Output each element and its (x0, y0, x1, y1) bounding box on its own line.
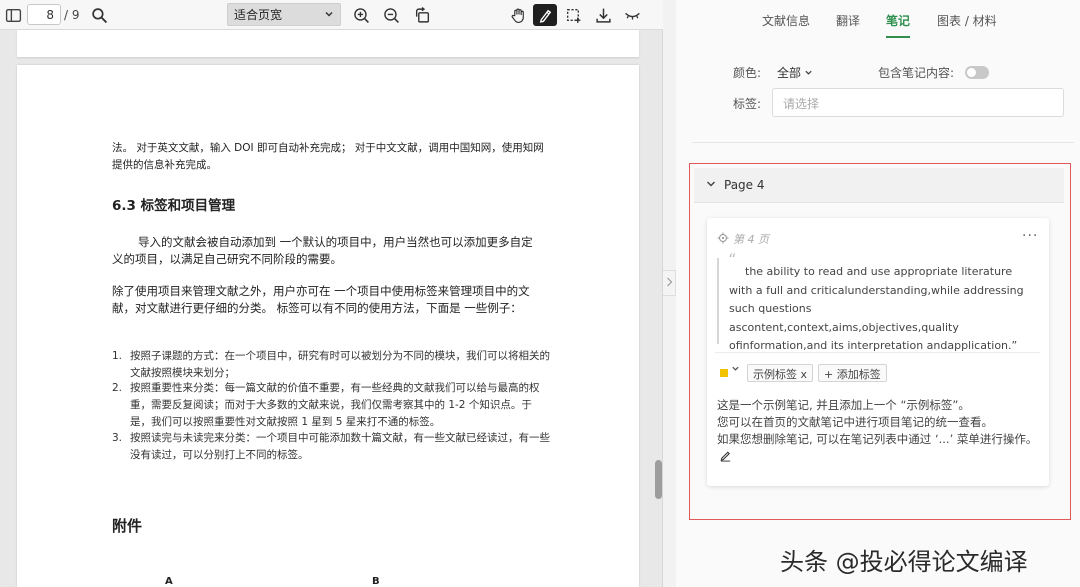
tab-notes[interactable]: 笔记 (886, 12, 910, 29)
edit-pen-icon[interactable] (719, 447, 732, 466)
color-filter-value: 全部 (777, 66, 802, 80)
hand-icon[interactable] (507, 4, 529, 26)
pdf-list-item: 2. 按照重要性来分类：每一篇文献的价值不重要，有一些经典的文献我们可以给与最高… (112, 380, 552, 431)
color-filter-dropdown[interactable]: 全部 (777, 64, 813, 81)
pdf-scrollbar-thumb[interactable] (655, 460, 662, 499)
rotate-icon[interactable] (411, 4, 433, 26)
pdf-figure-label-a: A (165, 576, 173, 587)
note-tag-chip[interactable]: 示例标签 x (747, 364, 814, 382)
pdf-toolbar: 8 / 9 适合页宽 (0, 0, 663, 30)
zoom-select[interactable]: 适合页宽 (227, 3, 341, 26)
notes-group-header[interactable]: Page 4 (694, 168, 1064, 203)
pdf-list-item: 1. 按照子课题的方式：在一个项目中，研究有时可以被划分为不同的模块，我们可以将… (112, 348, 552, 382)
color-filter-label: 颜色: (733, 66, 762, 80)
note-body[interactable]: 这是一个示例笔记, 并且添加上一个 “示例标签”。 您可以在首页的文献笔记中进行… (717, 397, 1047, 448)
list-text: 按照重要性来分类：每一篇文献的价值不重要，有一些经典的文献我们可以给与最高的权重… (130, 382, 540, 428)
tab-translate[interactable]: 翻译 (836, 12, 860, 29)
panel-tabs (676, 0, 1080, 40)
pdf-list-item: 3. 按照读完与未读完来分类：一个项目中可能添加数十篇文献，有一些文献已经读过，… (112, 430, 552, 464)
more-options-icon[interactable]: ··· (1022, 228, 1038, 244)
tag-filter-label: 标签: (733, 97, 762, 111)
zoom-select-value: 适合页宽 (234, 8, 283, 22)
eye-closed-icon[interactable] (621, 4, 643, 26)
zoom-out-icon[interactable] (380, 4, 402, 26)
download-icon[interactable] (592, 4, 614, 26)
quote-bar (717, 258, 719, 344)
tag-filter-select[interactable]: 请选择 (772, 88, 1064, 117)
list-number: 2. (112, 382, 123, 394)
active-tab-indicator (886, 36, 910, 38)
note-page-label: 第 4 页 (733, 233, 769, 246)
pdf-figure-label-b: B (372, 576, 380, 587)
location-icon (717, 232, 729, 247)
add-tag-button[interactable]: + 添加标签 (818, 364, 887, 382)
pdf-section-heading: 6.3 标签和项目管理 (112, 198, 236, 214)
note-body-line: 这是一个示例笔记, 并且添加上一个 “示例标签”。 (717, 398, 970, 412)
page-total: / 9 (64, 8, 80, 22)
include-content-toggle[interactable] (965, 66, 989, 79)
chevron-right-icon (666, 277, 673, 290)
tab-figures-materials[interactable]: 图表 / 材料 (937, 12, 997, 29)
sidebar-toggle-icon[interactable] (2, 4, 24, 26)
search-icon[interactable] (88, 4, 110, 26)
note-body-line: 您可以在首页的文献笔记中进行项目笔记的统一查看。 (717, 415, 993, 429)
select-area-icon[interactable] (562, 4, 584, 26)
watermark: 头条 @投必得论文编译 (780, 548, 1028, 576)
chevron-down-icon (324, 8, 334, 22)
zoom-in-icon[interactable] (350, 4, 372, 26)
pdf-paragraph-3: 除了使用项目来管理文献之外，用户亦可在 一个项目中使用标签来管理项目中的文献，对… (112, 284, 530, 315)
pdf-scrollbar-track[interactable] (652, 30, 662, 587)
note-body-line: 如果您想删除笔记, 可以在笔记列表中通过 ‘...’ 菜单进行操作。 (717, 432, 1038, 446)
pdf-paragraph-1: 法。 对于英文文献，输入 DOI 即可自动补充完成； 对于中文文献，调用中国知网… (112, 142, 544, 171)
pdf-appendix-heading: 附件 (112, 517, 143, 535)
chevron-down-icon (804, 66, 813, 80)
notes-group-title: Page 4 (724, 178, 765, 192)
chevron-down-icon[interactable] (731, 364, 740, 376)
divider (692, 142, 1074, 143)
list-number: 1. (112, 350, 123, 362)
list-text: 按照读完与未读完来分类：一个项目中可能添加数十篇文献，有一些文献已经读过，有一些… (130, 432, 550, 461)
previous-page-edge (17, 30, 639, 57)
pdf-paragraph-2: 导入的文献会被自动添加到 一个默认的项目中，用户当然也可以添加更多自定义的项目，… (112, 235, 533, 266)
chevron-down-icon (706, 178, 716, 192)
highlight-pen-icon[interactable] (533, 4, 557, 26)
list-text: 按照子课题的方式：在一个项目中，研究有时可以被划分为不同的模块，我们可以将相关的… (130, 350, 550, 379)
list-number: 3. (112, 432, 123, 444)
include-content-label: 包含笔记内容: (878, 66, 955, 80)
tab-document-info[interactable]: 文献信息 (762, 12, 810, 29)
note-page-ref[interactable]: 第 4 页 (717, 231, 769, 247)
note-quote: the ability to read and use appropriate … (729, 265, 1024, 353)
note-color-swatch[interactable] (720, 369, 728, 377)
panel-collapse-handle[interactable] (663, 270, 676, 296)
page-number-input[interactable]: 8 (27, 4, 61, 25)
divider (715, 352, 1040, 353)
